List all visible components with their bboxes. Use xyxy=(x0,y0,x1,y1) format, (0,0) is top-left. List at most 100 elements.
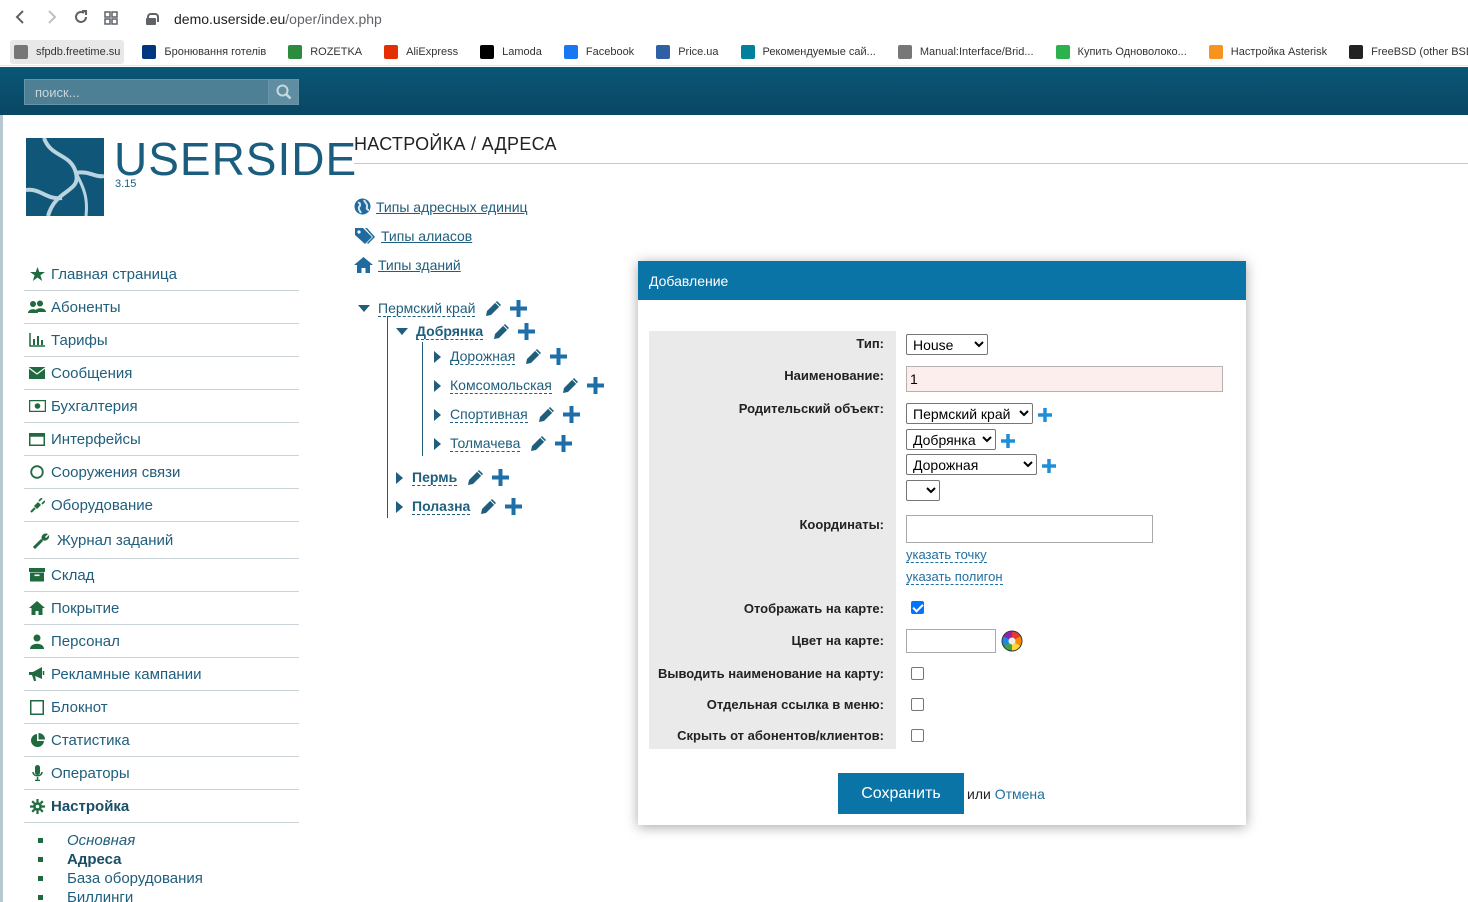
plus-icon[interactable] xyxy=(550,348,568,365)
sidebar-item[interactable]: Статистика xyxy=(24,724,299,757)
back-icon[interactable] xyxy=(6,9,36,30)
plus-icon[interactable] xyxy=(505,498,523,515)
sidebar-item[interactable]: Сооружения связи xyxy=(24,456,299,489)
color-input[interactable] xyxy=(906,629,996,653)
coords-input[interactable] xyxy=(906,515,1153,543)
bookmark-item[interactable]: AliExpress xyxy=(380,40,462,64)
add-parent-icon[interactable] xyxy=(1001,434,1015,449)
submenu-item[interactable]: Основная xyxy=(38,831,299,850)
tree-node-label[interactable]: Добрянка xyxy=(416,323,484,340)
caret-down-icon[interactable] xyxy=(358,305,370,312)
bookmark-item[interactable]: Бронювання готелів xyxy=(138,40,270,64)
save-button[interactable]: Сохранить xyxy=(838,773,964,814)
sidebar-item[interactable]: Персонал xyxy=(24,625,299,658)
caret-down-icon[interactable] xyxy=(396,328,408,335)
sidebar-item[interactable]: Операторы xyxy=(24,757,299,790)
plus-icon[interactable] xyxy=(586,377,604,394)
forward-icon[interactable] xyxy=(36,9,66,30)
tree-node-label[interactable]: Комсомольская xyxy=(450,377,552,394)
sidebar-item[interactable]: Настройка xyxy=(24,790,299,823)
sidebar-item[interactable]: Сообщения xyxy=(24,357,299,390)
menu-link-checkbox[interactable] xyxy=(911,698,924,711)
bookmark-item[interactable]: Рекомендуемые сай... xyxy=(737,40,880,64)
parent-region-select[interactable]: Пермский край xyxy=(906,403,1033,424)
submenu-item[interactable]: Адреса xyxy=(38,850,299,869)
name-label: Наименование: xyxy=(784,368,884,383)
plus-icon[interactable] xyxy=(518,323,536,340)
bookmark-item[interactable]: FreeBSD (other BSDs... xyxy=(1345,40,1468,64)
plus-icon[interactable] xyxy=(562,406,580,423)
bookmark-item[interactable]: Price.ua xyxy=(652,40,722,64)
caret-right-icon[interactable] xyxy=(396,500,403,513)
set-polygon-link[interactable]: указать полигон xyxy=(906,569,1003,585)
caret-right-icon[interactable] xyxy=(434,408,441,421)
pencil-icon[interactable] xyxy=(562,377,579,394)
sidebar-item[interactable]: Блокнот xyxy=(24,691,299,724)
type-select[interactable]: House xyxy=(906,334,988,355)
color-wheel-icon[interactable] xyxy=(1001,630,1023,652)
add-parent-icon[interactable] xyxy=(1038,408,1052,423)
address-bar[interactable]: demo.userside.eu/oper/index.php xyxy=(146,11,382,27)
set-point-link[interactable]: указать точку xyxy=(906,547,987,563)
show-name-checkbox[interactable] xyxy=(911,667,924,680)
tree-node-label[interactable]: Пермь xyxy=(412,469,458,486)
pencil-icon[interactable] xyxy=(530,435,547,452)
plus-icon[interactable] xyxy=(492,469,510,486)
parent-city-select[interactable]: Добрянка xyxy=(906,429,996,450)
sidebar-item[interactable]: Склад xyxy=(24,559,299,592)
caret-right-icon[interactable] xyxy=(434,437,441,450)
bookmark-item[interactable]: ROZETKA xyxy=(284,40,366,64)
bookmark-item[interactable]: sfpdb.freetime.su xyxy=(10,39,125,64)
bookmark-item[interactable]: Facebook xyxy=(560,40,638,64)
bookmark-item[interactable]: Manual:Interface/Brid... xyxy=(894,40,1038,64)
person-icon xyxy=(28,634,46,649)
sidebar-item[interactable]: Оборудование xyxy=(24,489,299,522)
pencil-icon[interactable] xyxy=(485,300,502,317)
sidebar-item[interactable]: Абоненты xyxy=(24,291,299,324)
pencil-icon[interactable] xyxy=(480,498,497,515)
tree-node-label[interactable]: Спортивная xyxy=(450,406,528,423)
tree-node-label[interactable]: Дорожная xyxy=(450,348,516,365)
pencil-icon[interactable] xyxy=(525,348,542,365)
caret-right-icon[interactable] xyxy=(434,379,441,392)
tree-node-label[interactable]: Толмачева xyxy=(450,435,521,452)
cancel-link[interactable]: Отмена xyxy=(995,786,1045,802)
caret-right-icon[interactable] xyxy=(434,350,441,363)
plus-icon[interactable] xyxy=(555,435,573,452)
submenu-item[interactable]: База оборудования xyxy=(38,869,299,888)
pencil-icon[interactable] xyxy=(493,323,510,340)
sidebar-item[interactable]: Тарифы xyxy=(24,324,299,357)
bookmark-item[interactable]: Lamoda xyxy=(476,40,546,64)
plus-icon[interactable] xyxy=(510,300,528,317)
sidebar-item[interactable]: Бухгалтерия xyxy=(24,390,299,423)
tree-node-label[interactable]: Полазна xyxy=(412,498,471,515)
link-building-types[interactable]: Типы зданий xyxy=(354,250,528,279)
search-icon[interactable] xyxy=(268,80,298,104)
parent-street-select[interactable]: Дорожная xyxy=(906,454,1037,475)
logo[interactable]: USERSIDE 3.15 xyxy=(26,133,356,216)
name-input[interactable] xyxy=(906,366,1223,392)
sidebar-item[interactable]: Интерфейсы xyxy=(24,423,299,456)
pencil-icon[interactable] xyxy=(538,406,555,423)
search-input[interactable] xyxy=(25,80,268,104)
reload-icon[interactable] xyxy=(66,9,96,30)
bookmark-item[interactable]: Купить Одноволоко... xyxy=(1052,40,1191,64)
submenu-item[interactable]: Биллинги xyxy=(38,888,299,902)
add-parent-icon[interactable] xyxy=(1042,459,1056,474)
bookmark-item[interactable]: Настройка Asterisk xyxy=(1205,40,1331,64)
tree-node-label[interactable]: Пермский край xyxy=(378,300,476,317)
caret-right-icon[interactable] xyxy=(396,471,403,484)
link-alias-types[interactable]: Типы алиасов xyxy=(354,221,528,250)
sidebar-item[interactable]: Главная страница xyxy=(24,258,299,291)
sidebar-item[interactable]: Покрытие xyxy=(24,592,299,625)
hide-checkbox[interactable] xyxy=(911,729,924,742)
pencil-icon[interactable] xyxy=(467,469,484,486)
envelope-icon xyxy=(28,367,46,379)
tab-grid-icon[interactable] xyxy=(96,9,126,30)
sidebar-item-label: Бухгалтерия xyxy=(51,397,138,415)
link-address-unit-types[interactable]: Типы адресных единиц xyxy=(354,192,528,221)
parent-house-select[interactable] xyxy=(906,480,940,501)
sidebar-item[interactable]: Журнал заданий xyxy=(24,522,299,559)
sidebar-item[interactable]: Рекламные кампании xyxy=(24,658,299,691)
show-map-checkbox[interactable] xyxy=(911,601,924,614)
